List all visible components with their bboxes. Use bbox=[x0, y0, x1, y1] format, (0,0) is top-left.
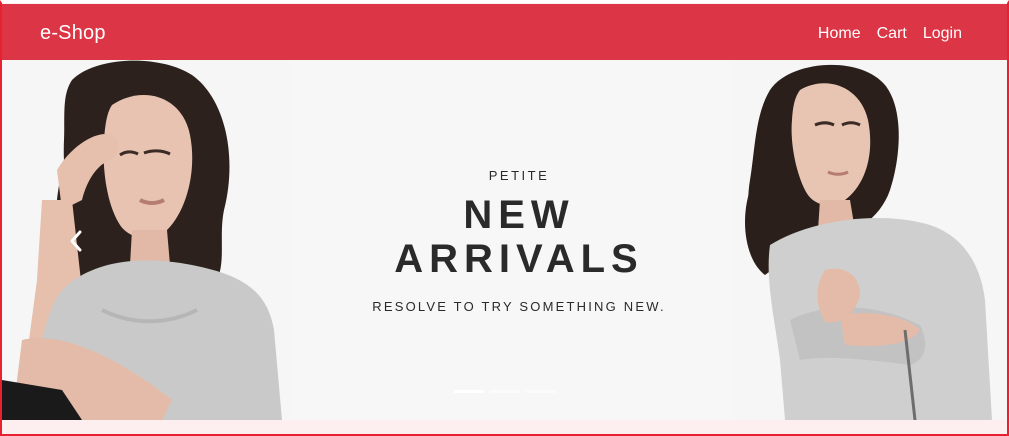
model-right-image bbox=[730, 60, 1007, 420]
slide-eyebrow: PETITE bbox=[488, 168, 550, 183]
slide-caption: PETITE NEW ARRIVALS RESOLVE TO TRY SOMET… bbox=[302, 160, 736, 314]
hero-carousel: PETITE NEW ARRIVALS RESOLVE TO TRY SOMET… bbox=[2, 60, 1007, 420]
slide-headline-line2: ARRIVALS bbox=[394, 237, 644, 281]
carousel-indicator[interactable] bbox=[454, 390, 484, 393]
model-left-image bbox=[2, 60, 292, 420]
chevron-left-icon bbox=[70, 230, 82, 252]
slide-headline: NEW ARRIVALS bbox=[302, 193, 736, 281]
nav-cart-link[interactable]: Cart bbox=[877, 25, 907, 43]
brand-link[interactable]: e-Shop bbox=[40, 22, 106, 45]
carousel-indicator[interactable] bbox=[490, 390, 520, 393]
carousel-prev-button[interactable] bbox=[66, 226, 86, 256]
slide-headline-line1: NEW bbox=[463, 193, 575, 237]
slide-tagline: RESOLVE TO TRY SOMETHING NEW. bbox=[372, 299, 666, 314]
carousel-indicators bbox=[454, 390, 556, 393]
nav-links: Home Cart Login bbox=[818, 25, 962, 43]
navbar: e-Shop Home Cart Login bbox=[2, 4, 1007, 60]
nav-login-link[interactable]: Login bbox=[923, 25, 962, 43]
nav-home-link[interactable]: Home bbox=[818, 25, 861, 43]
carousel-indicator[interactable] bbox=[526, 390, 556, 393]
